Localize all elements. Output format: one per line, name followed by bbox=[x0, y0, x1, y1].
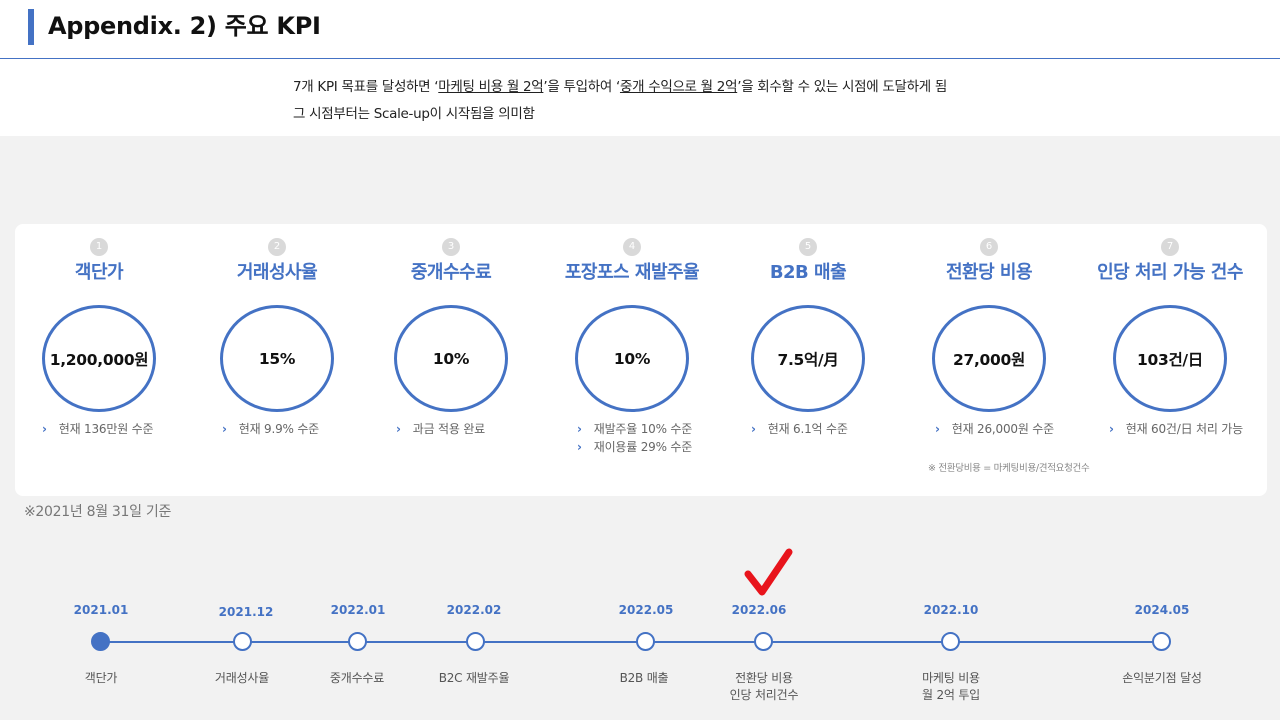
timeline-date: 2022.06 bbox=[731, 603, 787, 617]
kpi-target-circle: 103건/日 bbox=[1113, 305, 1227, 412]
chevron-right-icon: › bbox=[42, 422, 47, 436]
kpi-note: 현재 9.9% 수준 bbox=[238, 422, 320, 436]
page-title: Appendix. 2) 주요 KPI bbox=[48, 12, 321, 40]
kpi-note: 재발주율 10% 수준 bbox=[593, 422, 693, 436]
check-mark-icon bbox=[744, 548, 793, 596]
chevron-right-icon: › bbox=[751, 422, 756, 436]
timeline-label: 전환당 비용인당 처리건수 bbox=[684, 670, 844, 704]
timeline-date: 2021.01 bbox=[73, 603, 129, 617]
summary-line-2: 그 시점부터는 Scale-up이 시작됨을 의미함 bbox=[293, 106, 535, 122]
chevron-right-icon: › bbox=[1109, 422, 1114, 436]
timeline-label: 객단가 bbox=[21, 670, 181, 687]
kpi-target-circle: 15% bbox=[220, 305, 334, 412]
kpi-number-badge: 4 bbox=[623, 238, 641, 256]
kpi-target-value: 27,000원 bbox=[953, 350, 1025, 369]
kpi-number-badge: 1 bbox=[90, 238, 108, 256]
kpi-target-circle: 10% bbox=[394, 305, 508, 412]
timeline-date: 2024.05 bbox=[1134, 603, 1190, 617]
conversion-cost-footnote: ※ 전환당비용 = 마케팅비용/견적요청건수 bbox=[928, 463, 1090, 474]
kpi-notes-5: › 현재 6.1억 수준 bbox=[751, 420, 848, 438]
kpi-note: 과금 적용 완료 bbox=[412, 422, 486, 436]
kpi-item-2: 2 거래성사율 15% bbox=[192, 238, 362, 412]
kpi-name: 객단가 bbox=[74, 262, 124, 283]
kpi-note: 현재 6.1억 수준 bbox=[767, 422, 848, 436]
timeline-label-line: 전환당 비용 bbox=[735, 671, 793, 685]
timeline-date: 2022.10 bbox=[923, 603, 979, 617]
kpi-note: 현재 60건/日 처리 가능 bbox=[1125, 422, 1243, 436]
timeline-dot bbox=[636, 632, 655, 651]
kpi-item-1: 1 객단가 1,200,000원 bbox=[14, 238, 184, 412]
kpi-target-circle: 27,000원 bbox=[932, 305, 1046, 412]
kpi-number-badge: 3 bbox=[442, 238, 460, 256]
kpi-number-badge: 7 bbox=[1161, 238, 1179, 256]
chevron-right-icon: › bbox=[396, 422, 401, 436]
kpi-target-circle: 7.5억/月 bbox=[751, 305, 865, 412]
timeline-date: 2022.02 bbox=[446, 603, 502, 617]
title-accent-bar bbox=[28, 9, 34, 45]
kpi-item-5: 5 B2B 매출 7.5억/月 bbox=[723, 238, 893, 412]
chevron-right-icon: › bbox=[577, 440, 582, 454]
timeline-dot-current bbox=[91, 632, 110, 651]
header: Appendix. 2) 주요 KPI 7개 KPI 목표를 달성하면 ‘마케팅… bbox=[0, 0, 1280, 136]
kpi-item-6: 6 전환당 비용 27,000원 bbox=[904, 238, 1074, 412]
timeline-label-line: 월 2억 투입 bbox=[921, 688, 981, 702]
kpi-target-value: 15% bbox=[258, 349, 296, 368]
timeline-dot bbox=[233, 632, 252, 651]
summary-text-part: 7개 KPI 목표를 달성하면 ‘ bbox=[293, 79, 439, 95]
summary-text: 7개 KPI 목표를 달성하면 ‘마케팅 비용 월 2억’을 투입하여 ‘중개 … bbox=[293, 74, 947, 128]
kpi-name: 중개수수료 bbox=[410, 262, 492, 283]
summary-line-1: 7개 KPI 목표를 달성하면 ‘마케팅 비용 월 2억’을 투입하여 ‘중개 … bbox=[293, 74, 947, 101]
summary-text-part: ’을 회수할 수 있는 시점에 도달하게 됨 bbox=[737, 79, 947, 95]
kpi-note: 재이용률 29% 수준 bbox=[593, 440, 693, 454]
kpi-item-4: 4 포장포스 재발주율 10% bbox=[547, 238, 717, 412]
kpi-number-badge: 2 bbox=[268, 238, 286, 256]
kpi-notes-1: › 현재 136만원 수준 bbox=[42, 420, 154, 438]
timeline-dot bbox=[754, 632, 773, 651]
summary-text-part: ’을 투입하여 ‘ bbox=[543, 79, 620, 95]
timeline-dot bbox=[1152, 632, 1171, 651]
kpi-target-circle: 10% bbox=[575, 305, 689, 412]
kpi-name: 전환당 비용 bbox=[945, 262, 1033, 283]
timeline-label-line: 손익분기점 달성 bbox=[1122, 671, 1202, 685]
kpi-name: B2B 매출 bbox=[769, 262, 847, 283]
timeline-dot bbox=[466, 632, 485, 651]
kpi-name: 인당 처리 가능 건수 bbox=[1097, 262, 1243, 283]
kpi-notes-7: › 현재 60건/日 처리 가능 bbox=[1109, 420, 1243, 438]
timeline-label-line: 인당 처리건수 bbox=[729, 688, 799, 702]
kpi-notes-3: › 과금 적용 완료 bbox=[396, 420, 485, 438]
kpi-target-value: 7.5억/月 bbox=[777, 350, 839, 369]
kpi-item-7: 7 인당 처리 가능 건수 103건/日 bbox=[1085, 238, 1255, 412]
kpi-target-circle: 1,200,000원 bbox=[42, 305, 156, 412]
timeline-label: B2C 재발주율 bbox=[394, 670, 554, 687]
kpi-note: 현재 26,000원 수준 bbox=[951, 422, 1054, 436]
kpi-item-3: 3 중개수수료 10% bbox=[366, 238, 536, 412]
timeline-label-line: B2C 재발주율 bbox=[438, 671, 510, 685]
kpi-note: 현재 136만원 수준 bbox=[58, 422, 154, 436]
kpi-number-badge: 5 bbox=[799, 238, 817, 256]
timeline-dot bbox=[348, 632, 367, 651]
kpi-name: 포장포스 재발주율 bbox=[564, 262, 700, 283]
summary-highlight-revenue: 중개 수익으로 월 2억 bbox=[619, 79, 738, 95]
timeline-dot bbox=[941, 632, 960, 651]
kpi-number-badge: 6 bbox=[980, 238, 998, 256]
as-of-date-note: ※2021년 8월 31일 기준 bbox=[24, 504, 172, 520]
kpi-notes-2: › 현재 9.9% 수준 bbox=[222, 420, 319, 438]
timeline-label: 마케팅 비용월 2억 투입 bbox=[871, 670, 1031, 704]
kpi-target-value: 10% bbox=[613, 349, 651, 368]
kpi-notes-4: › 재발주율 10% 수준 › 재이용률 29% 수준 bbox=[577, 420, 692, 456]
timeline-label-line: 객단가 bbox=[84, 671, 118, 685]
summary-highlight-marketing: 마케팅 비용 월 2억 bbox=[438, 79, 544, 95]
kpi-name: 거래성사율 bbox=[236, 262, 318, 283]
chevron-right-icon: › bbox=[222, 422, 227, 436]
kpi-target-value: 10% bbox=[432, 349, 470, 368]
chevron-right-icon: › bbox=[577, 422, 582, 436]
kpi-notes-6: › 현재 26,000원 수준 bbox=[935, 420, 1054, 438]
title-divider bbox=[0, 58, 1280, 59]
timeline-label-line: 마케팅 비용 bbox=[922, 671, 980, 685]
kpi-target-value: 103건/日 bbox=[1137, 350, 1203, 369]
kpi-target-value: 1,200,000원 bbox=[49, 350, 149, 369]
chevron-right-icon: › bbox=[935, 422, 940, 436]
timeline-line bbox=[100, 641, 1162, 643]
timeline-label: 손익분기점 달성 bbox=[1082, 670, 1242, 687]
